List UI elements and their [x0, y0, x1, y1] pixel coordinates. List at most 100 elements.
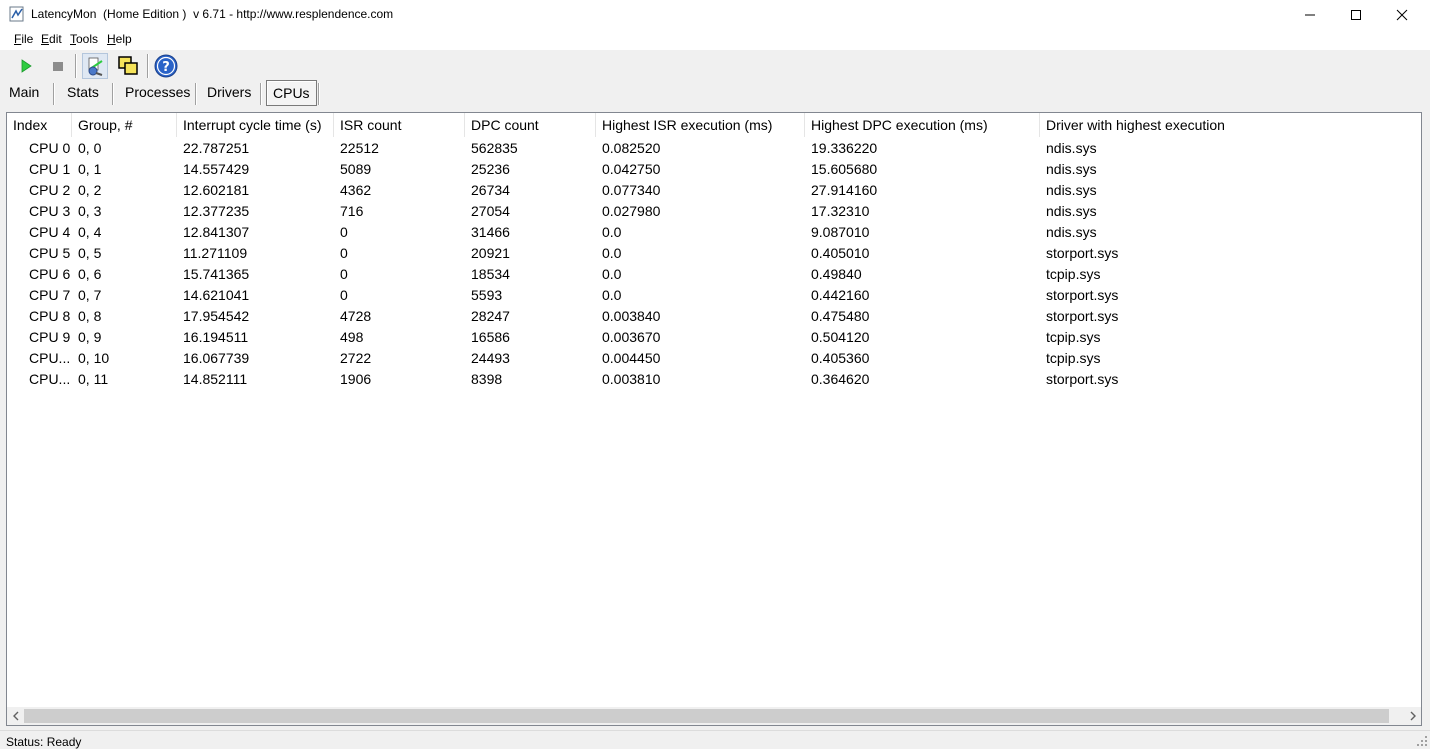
column-header-interrupt-cycle-time[interactable]: Interrupt cycle time (s) — [177, 113, 334, 137]
cell-dpc-count: 27054 — [471, 203, 510, 219]
column-header-dpc-count[interactable]: DPC count — [465, 113, 596, 137]
close-icon — [1396, 9, 1408, 21]
cell-group: 0, 5 — [78, 245, 102, 261]
tab-separator — [53, 83, 55, 105]
column-header-highest-isr[interactable]: Highest ISR execution (ms) — [596, 113, 805, 137]
title-bar: LatencyMon (Home Edition ) v 6.71 - http… — [0, 0, 1430, 30]
cell-highest-isr: 0.0 — [602, 266, 622, 282]
cell-group: 0, 0 — [78, 140, 102, 156]
menu-edit[interactable]: Edit — [41, 32, 62, 46]
table-row[interactable]: CPU... 0, 11 14.852111 1906 8398 0.00381… — [7, 369, 1421, 390]
column-header-group[interactable]: Group, # — [72, 113, 177, 137]
close-button[interactable] — [1379, 0, 1425, 30]
cell-driver: ndis.sys — [1046, 140, 1097, 156]
maximize-button[interactable] — [1333, 0, 1379, 30]
cell-index: CPU 4 — [29, 224, 71, 240]
cell-isr-count: 498 — [340, 329, 364, 345]
status-text: Status: Ready — [6, 735, 82, 749]
menu-help[interactable]: Help — [107, 32, 132, 46]
table-row[interactable]: CPU 1 0, 1 14.557429 5089 25236 0.042750… — [7, 159, 1421, 180]
maximize-icon — [1351, 10, 1361, 20]
tab-separator — [195, 83, 197, 105]
tab-cpus[interactable]: CPUs — [266, 80, 317, 106]
windows-view-button[interactable] — [115, 53, 141, 79]
cell-interrupt-cycle-time: 12.841307 — [183, 224, 250, 240]
cell-highest-isr: 0.0 — [602, 287, 622, 303]
chevron-left-icon — [12, 711, 18, 721]
cell-dpc-count: 562835 — [471, 140, 518, 156]
menu-tools[interactable]: Tools — [70, 32, 98, 46]
stop-icon — [53, 62, 63, 71]
cell-isr-count: 0 — [340, 266, 348, 282]
cell-dpc-count: 28247 — [471, 308, 510, 324]
cell-highest-isr: 0.003670 — [602, 329, 661, 345]
table-row[interactable]: CPU 6 0, 6 15.741365 0 18534 0.0 0.49840… — [7, 264, 1421, 285]
table-row[interactable]: CPU 4 0, 4 12.841307 0 31466 0.0 9.08701… — [7, 222, 1421, 243]
cell-index: CPU 7 — [29, 287, 71, 303]
tab-stats[interactable]: Stats — [67, 80, 99, 106]
table-row[interactable]: CPU 0 0, 0 22.787251 22512 562835 0.0825… — [7, 138, 1421, 159]
cell-group: 0, 11 — [78, 371, 109, 387]
toolbar: ? — [0, 49, 1430, 80]
table-row[interactable]: CPU... 0, 10 16.067739 2722 24493 0.0044… — [7, 348, 1421, 369]
cell-highest-dpc: 0.405010 — [811, 245, 870, 261]
help-button[interactable]: ? — [153, 53, 179, 79]
cell-index: CPU 3 — [29, 203, 71, 219]
cell-isr-count: 4728 — [340, 308, 372, 324]
cell-index: CPU 5 — [29, 245, 71, 261]
cell-group: 0, 7 — [78, 287, 102, 303]
table-row[interactable]: CPU 7 0, 7 14.621041 0 5593 0.0 0.442160… — [7, 285, 1421, 306]
tab-separator — [112, 83, 114, 105]
start-monitoring-button[interactable] — [13, 53, 39, 79]
table-row[interactable]: CPU 2 0, 2 12.602181 4362 26734 0.077340… — [7, 180, 1421, 201]
cell-group: 0, 1 — [78, 161, 102, 177]
cell-group: 0, 3 — [78, 203, 102, 219]
cell-isr-count: 22512 — [340, 140, 379, 156]
scroll-right-button[interactable] — [1404, 707, 1421, 725]
table-row[interactable]: CPU 3 0, 3 12.377235 716 27054 0.027980 … — [7, 201, 1421, 222]
column-header-isr-count[interactable]: ISR count — [334, 113, 465, 137]
windows-icon — [118, 56, 138, 75]
cell-highest-dpc: 0.49840 — [811, 266, 862, 282]
cell-driver: ndis.sys — [1046, 224, 1097, 240]
column-header-index[interactable]: Index — [7, 113, 72, 137]
scroll-thumb[interactable] — [24, 709, 1389, 723]
tab-main[interactable]: Main — [9, 80, 39, 106]
minimize-button[interactable] — [1287, 0, 1333, 30]
help-icon: ? — [154, 54, 178, 78]
cell-interrupt-cycle-time: 11.271109 — [183, 245, 248, 261]
tab-separator — [318, 83, 320, 105]
scroll-left-button[interactable] — [7, 707, 24, 725]
cell-isr-count: 5089 — [340, 161, 372, 177]
resize-grip-icon[interactable] — [1416, 735, 1428, 747]
cell-index: CPU 6 — [29, 266, 71, 282]
cell-index: CPU 2 — [29, 182, 71, 198]
table-row[interactable]: CPU 5 0, 5 11.271109 0 20921 0.0 0.40501… — [7, 243, 1421, 264]
table-row[interactable]: CPU 8 0, 8 17.954542 4728 28247 0.003840… — [7, 306, 1421, 327]
cell-index: CPU 9 — [29, 329, 71, 345]
cpu-list-view[interactable]: Index Group, # Interrupt cycle time (s) … — [6, 112, 1422, 726]
cell-highest-dpc: 27.914160 — [811, 182, 878, 198]
cell-interrupt-cycle-time: 14.621041 — [183, 287, 250, 303]
cell-dpc-count: 16586 — [471, 329, 510, 345]
svg-text:?: ? — [162, 60, 170, 75]
cell-isr-count: 0 — [340, 224, 348, 240]
drivers-search-icon — [88, 57, 103, 76]
horizontal-scrollbar[interactable] — [7, 707, 1421, 725]
tab-processes[interactable]: Processes — [125, 80, 190, 106]
column-header-highest-dpc[interactable]: Highest DPC execution (ms) — [805, 113, 1040, 137]
cell-index: CPU 1 — [29, 161, 71, 177]
window-title: LatencyMon (Home Edition ) v 6.71 - http… — [31, 7, 394, 21]
cell-dpc-count: 20921 — [471, 245, 510, 261]
cell-interrupt-cycle-time: 15.741365 — [183, 266, 250, 282]
drivers-search-button[interactable] — [82, 53, 108, 79]
cell-isr-count: 4362 — [340, 182, 372, 198]
cell-highest-isr: 0.0 — [602, 224, 622, 240]
cell-highest-dpc: 0.442160 — [811, 287, 870, 303]
table-row[interactable]: CPU 9 0, 9 16.194511 498 16586 0.003670 … — [7, 327, 1421, 348]
column-header-driver[interactable]: Driver with highest execution — [1040, 113, 1421, 137]
tab-drivers[interactable]: Drivers — [207, 80, 251, 106]
menu-file[interactable]: File — [14, 32, 33, 46]
stop-monitoring-button[interactable] — [45, 53, 71, 79]
cell-highest-dpc: 17.32310 — [811, 203, 870, 219]
